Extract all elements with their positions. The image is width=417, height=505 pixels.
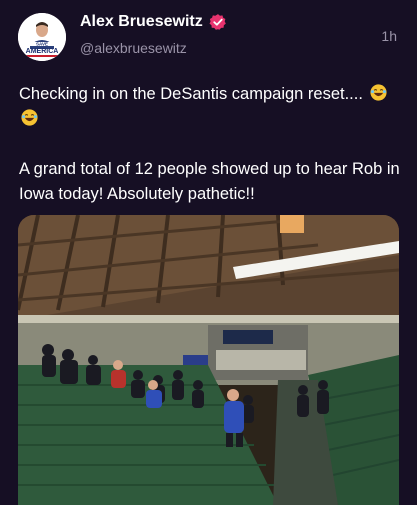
post-text: Checking in on the DeSantis campaign res… [19, 82, 404, 207]
avatar-text-bottom: AMERICA [26, 48, 59, 55]
post-paragraph-2: A grand total of 12 people showed up to … [19, 157, 404, 207]
avatar[interactable]: SAVE AMERICA [18, 13, 66, 61]
post-paragraph-1: Checking in on the DeSantis campaign res… [19, 82, 404, 132]
laughing-emoji-icon [369, 84, 387, 101]
post-timestamp[interactable]: 1h [381, 28, 397, 44]
author-handle[interactable]: @alexbruesewitz [80, 40, 187, 56]
post-line-2: A grand total of 12 people showed up to … [19, 160, 400, 203]
author-row: Alex Bruesewitz [80, 13, 227, 31]
laughing-emoji-icon [21, 109, 38, 126]
avatar-text-top: SAVE [36, 42, 48, 47]
post-image[interactable] [18, 215, 399, 505]
post-line-1: Checking in on the DeSantis campaign res… [19, 85, 363, 103]
verified-badge-icon [209, 13, 227, 31]
author-name[interactable]: Alex Bruesewitz [80, 13, 203, 31]
